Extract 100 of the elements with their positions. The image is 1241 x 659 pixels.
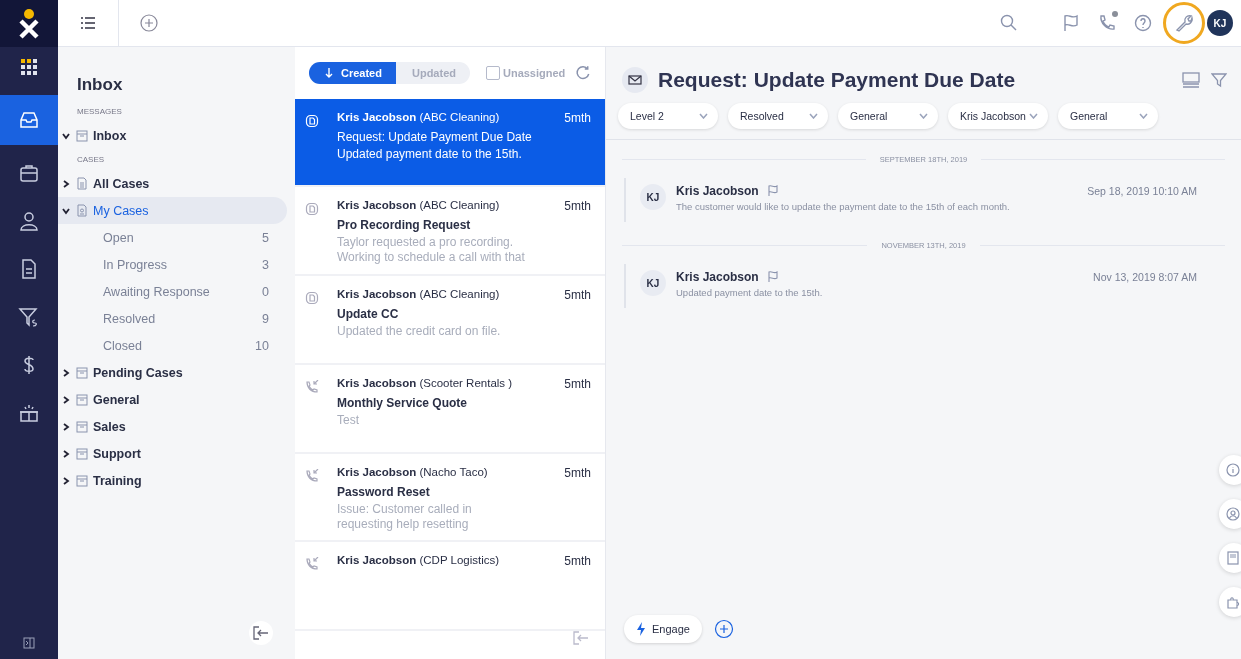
case-title: Update CC [337,307,400,322]
logo-icon[interactable] [0,0,58,47]
engage-button[interactable]: Engage [624,615,702,643]
chevron-right-icon [62,395,70,404]
message-text: Updated payment date to the 15th. [676,287,824,298]
contact-name: Kris Jacobson (ABC Cleaning) [337,110,500,125]
user-avatar[interactable]: KJ [1207,10,1233,36]
info-icon [1226,463,1240,477]
grid-icon [18,56,40,78]
inbox-icon [18,109,40,131]
layout-icon[interactable] [1181,72,1201,88]
item-age: 5mth [564,465,591,480]
add-circle-icon[interactable] [713,619,734,639]
chevron-right-icon [62,179,70,188]
chevron-down-icon [62,131,70,140]
dropdown[interactable]: Level 2 [618,103,718,129]
archive-box-icon [76,447,88,460]
dropdown[interactable]: Resolved [728,103,828,129]
chevron-down-icon [62,206,70,215]
case-heading: Request: Update Payment Due Date [658,68,1016,92]
flag-icon[interactable] [766,271,779,283]
author-avatar: KJ [640,270,666,296]
wrench-button[interactable] [1163,2,1205,44]
contact-name: Kris Jacobson (ABC Cleaning) [337,288,500,303]
funnel-icon [18,306,40,328]
phone-icon [305,468,319,483]
chevron-right-icon [62,422,70,431]
section-label: MESSAGES [77,107,123,116]
lightning-icon [636,622,646,636]
folder-item[interactable]: Training [58,467,287,494]
item-count: 3 [262,257,269,272]
document-icon [76,177,88,190]
author-avatar: KJ [640,184,666,210]
case-list-item[interactable]: Kris Jacobson (ABC Cleaning) 5mth Request: Update Payment Due Date Updated payment date to the 15th. [295,98,605,188]
folder-item[interactable]: Support [58,440,287,467]
message-time: Sep 18, 2019 10:10 AM [1087,185,1197,197]
case-title: Request: Update Payment Due Date [337,129,533,144]
dropdown[interactable]: General [838,103,938,129]
notification-dot [1112,11,1118,17]
archive-box-icon [76,366,88,379]
item-age: 5mth [564,288,591,303]
folder-subitem[interactable]: Open 5 [58,224,287,251]
archive-box-icon [76,129,88,142]
subitem-label: Closed [103,338,142,353]
folder-subitem[interactable]: Closed 10 [58,332,287,359]
folder-item[interactable]: All Cases [58,170,287,197]
chevron-down-icon [1139,113,1148,119]
phone-icon [305,557,319,572]
user-button[interactable] [1219,499,1241,529]
author-name: Kris Jacobson [676,270,759,284]
document-icon [76,204,88,217]
folder-item[interactable]: Pending Cases [58,359,287,386]
chevron-right-icon [62,368,70,377]
help-icon [1133,13,1153,33]
case-icon [305,113,319,128]
search-icon [999,13,1019,33]
case-title: Pro Recording Request [337,218,472,233]
dropdown[interactable]: Kris Jacobson [948,103,1048,129]
item-age: 5mth [564,199,591,214]
case-preview: Updated payment date to the 15th. [337,146,523,162]
case-title: Password Reset [337,484,431,499]
item-age: 5mth [564,110,591,125]
info-button[interactable] [1219,455,1241,485]
phone-icon [305,379,319,394]
puzzle-button[interactable] [1219,587,1241,617]
dropdown[interactable]: General [1058,103,1158,129]
expand-panel-icon[interactable] [23,637,35,649]
item-age: 5mth [564,554,591,569]
folder-item[interactable]: Sales [58,413,287,440]
folder-subitem[interactable]: In Progress 3 [58,251,287,278]
folder-subitem[interactable]: Awaiting Response 0 [58,278,287,305]
mail-icon [628,75,642,85]
chevron-down-icon [919,113,928,119]
collapse-panel-button[interactable] [249,621,273,645]
folder-subitem[interactable]: Resolved 9 [58,305,287,332]
book-button[interactable] [1219,543,1241,573]
message-time: Nov 13, 2019 8:07 AM [1093,271,1197,283]
chevron-right-icon [62,449,70,458]
folder-item[interactable]: General [58,386,287,413]
collapse-icon[interactable] [573,630,589,645]
list-icon [81,17,95,29]
message-text: The customer would like to update the payment date to the 15th of each month. [676,201,1011,212]
item-count: 10 [255,338,269,353]
archive-box-icon [76,393,88,406]
case-preview: Test [337,412,360,428]
arrow-down-icon [325,67,333,78]
folder-item[interactable]: My Cases [58,197,287,224]
case-preview: Issue: Customer called in requesting help resetting [337,501,473,532]
folder-item[interactable]: Inbox [58,122,287,149]
flag-icon [1061,13,1081,33]
flag-icon[interactable] [766,185,779,197]
archive-box-icon [76,474,88,487]
filter-icon[interactable] [1211,72,1227,88]
case-preview: Updated the credit card on file. [337,324,502,340]
subitem-label: In Progress [103,257,167,272]
refresh-icon[interactable] [575,64,591,81]
subitem-label: Resolved [103,311,156,326]
subitem-label: Awaiting Response [103,284,210,299]
sort-tab[interactable]: Created [309,61,396,84]
briefcase-icon [18,162,40,184]
